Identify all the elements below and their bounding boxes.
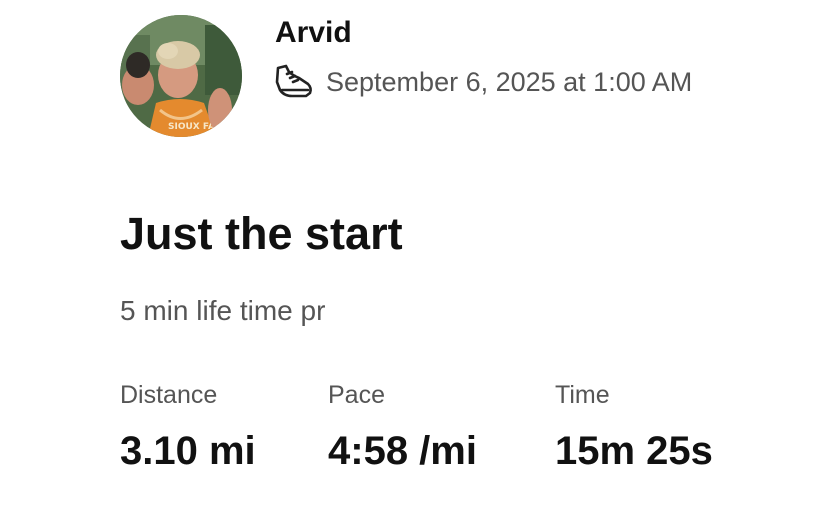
stat-value: 3.10 mi <box>120 429 256 473</box>
stat-pace: Pace 4:58 /mi <box>328 378 477 476</box>
stat-value: 15m 25s <box>555 429 713 473</box>
avatar[interactable]: SIOUX FALLS <box>120 15 242 137</box>
stat-distance: Distance 3.10 mi <box>120 378 256 476</box>
stat-label: Pace <box>328 381 385 409</box>
activity-description: 5 min life time pr <box>120 295 326 326</box>
stat-label: Distance <box>120 381 218 409</box>
stat-time: Time 15m 25s <box>555 378 713 476</box>
activity-title[interactable]: Just the start <box>120 206 403 262</box>
running-shoe-icon <box>272 62 316 102</box>
activity-meta: September 6, 2025 at 1:00 AM <box>272 62 692 102</box>
stat-label: Time <box>555 381 610 409</box>
activity-date: September 6, 2025 at 1:00 AM <box>326 67 693 97</box>
athlete-name[interactable]: Arvid <box>275 14 352 52</box>
svg-text:SIOUX FALLS: SIOUX FALLS <box>168 122 233 132</box>
stat-value: 4:58 /mi <box>328 429 477 473</box>
avatar-photo: SIOUX FALLS <box>120 15 242 137</box>
